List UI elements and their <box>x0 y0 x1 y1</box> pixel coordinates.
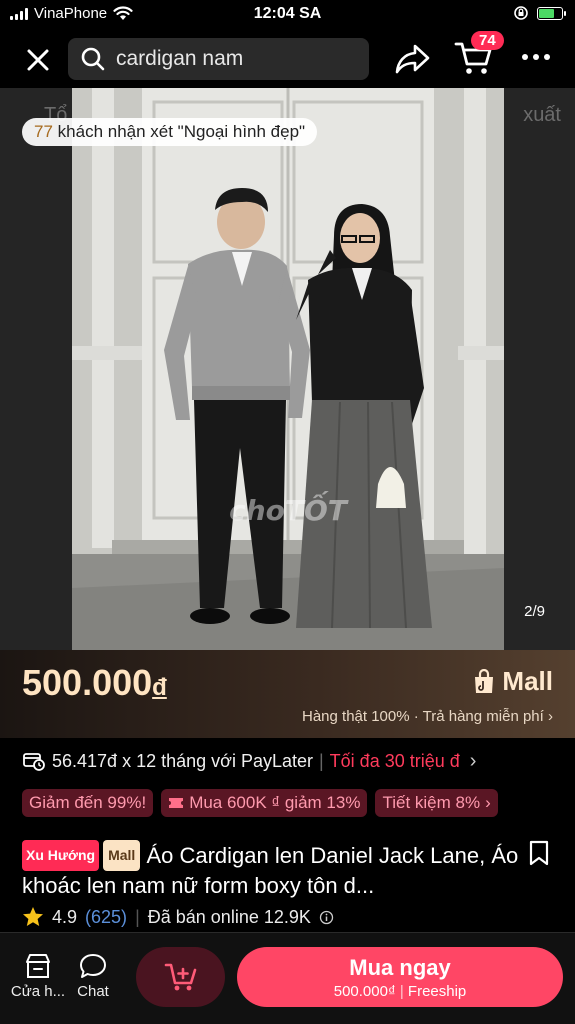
bottom-action-bar: Cửa h... Chat Mua ngay 500.000₫ | Freesh… <box>0 932 575 1024</box>
buy-now-button[interactable]: Mua ngay 500.000₫ | Freeship <box>237 947 563 1007</box>
mall-badge: Mall <box>103 840 141 871</box>
rating-score: 4.9 <box>52 906 78 927</box>
add-to-cart-icon <box>164 963 196 991</box>
star-icon <box>23 907 43 926</box>
status-time: 12:04 SA <box>253 5 322 22</box>
bookmark-icon[interactable] <box>528 840 550 866</box>
promo-chip-saving[interactable]: Tiết kiệm 8% › <box>375 789 498 817</box>
rating-row[interactable]: 4.9 (625) | Đã bán online 12.9K <box>22 906 334 928</box>
product-price: 500.000đ <box>22 662 167 704</box>
chat-label: Chat <box>77 983 109 1000</box>
battery-icon <box>537 6 566 20</box>
buy-now-subtext: 500.000₫ | Freeship <box>237 983 563 1000</box>
search-icon <box>81 47 105 71</box>
product-title: Xu Hướng Mall Áo Cardigan len Daniel Jack… <box>22 840 522 900</box>
rotation-lock-icon <box>514 6 528 20</box>
store-button[interactable]: Cửa h... <box>8 953 68 1000</box>
paylater-installment: 56.417đ x 12 tháng với PayLater <box>52 750 313 771</box>
divider: | <box>318 750 324 771</box>
review-highlight-chip[interactable]: 77 khách nhận xét "Ngoại hình đẹp" <box>22 118 318 146</box>
mall-guarantee-text: Hàng thật 100% · Trả hàng miễn phí <box>302 708 544 725</box>
chat-icon <box>80 954 106 978</box>
cart-badge: 74 <box>471 31 504 50</box>
sold-count: Đã bán online 12.9K <box>147 906 311 927</box>
store-label: Cửa h... <box>10 983 66 1000</box>
chevron-right-icon: › <box>548 708 553 725</box>
paylater-limit: Tối đa 30 triệu đ <box>329 750 460 771</box>
share-icon[interactable] <box>394 42 432 76</box>
promo-chip-discount[interactable]: Giảm đến 99%! <box>22 789 154 817</box>
paylater-icon <box>23 753 45 771</box>
photo-counter: 2/9 <box>524 603 545 620</box>
info-icon[interactable] <box>319 910 334 925</box>
watermark-text: choTỐT <box>229 489 349 527</box>
promo-chips: Giảm đến 99%! Mua 600K ₫ giảm 13% Tiết k… <box>22 789 575 817</box>
paylater-row[interactable]: 56.417đ x 12 tháng với PayLater | Tối đa… <box>22 748 553 774</box>
status-right <box>513 5 566 21</box>
trend-badge: Xu Hướng <box>22 840 100 871</box>
promo-chip-label: Mua 600K ₫ giảm 13% <box>189 793 361 812</box>
chat-button[interactable]: Chat <box>63 953 123 1000</box>
chevron-right-icon: › <box>485 793 491 812</box>
price-section: 500.000đ Mall Hàng thật 100% · Trả hàng … <box>0 650 575 738</box>
rating-count[interactable]: (625) <box>85 907 127 928</box>
tab-suggest-hidden: xuất <box>523 104 561 126</box>
mall-guarantee[interactable]: Hàng thật 100% · Trả hàng miễn phí › <box>302 708 553 725</box>
add-to-cart-button[interactable] <box>136 947 225 1007</box>
mall-logo: Mall <box>472 666 553 697</box>
top-bar: cardigan nam 74 <box>0 30 575 88</box>
close-icon[interactable] <box>22 44 54 76</box>
status-bar: VinaPhone 12:04 SA <box>0 0 575 30</box>
product-gallery[interactable]: Tổ xuất choTỐT 77 khách nhận xét "Ngoại … <box>0 88 575 650</box>
price-currency: đ <box>152 674 167 701</box>
more-icon[interactable] <box>520 50 552 64</box>
buy-now-shipping: Freeship <box>407 983 467 1000</box>
search-input[interactable]: cardigan nam <box>68 38 369 80</box>
promo-chip-label: Tiết kiệm 8% <box>382 793 481 812</box>
buy-now-price: 500.000₫ <box>333 983 396 1000</box>
divider: | <box>399 983 404 1000</box>
store-icon <box>26 954 50 978</box>
mall-label: Mall <box>502 666 553 696</box>
mall-bag-icon <box>475 668 494 693</box>
review-count: 77 <box>34 122 53 141</box>
chevron-right-icon: › <box>469 749 477 772</box>
product-photo[interactable]: choTỐT <box>72 88 504 650</box>
review-text: khách nhận xét "Ngoại hình đẹp" <box>57 122 306 141</box>
product-photo-illustration: choTỐT <box>72 88 504 650</box>
search-text: cardigan nam <box>116 47 244 70</box>
promo-chip-label: Giảm đến 99%! <box>29 793 147 812</box>
price-amount: 500.000 <box>22 662 153 703</box>
promo-chip-voucher[interactable]: Mua 600K ₫ giảm 13% <box>161 789 368 817</box>
buy-now-label: Mua ngay <box>349 955 451 980</box>
voucher-icon <box>169 798 184 808</box>
divider: | <box>135 906 140 927</box>
